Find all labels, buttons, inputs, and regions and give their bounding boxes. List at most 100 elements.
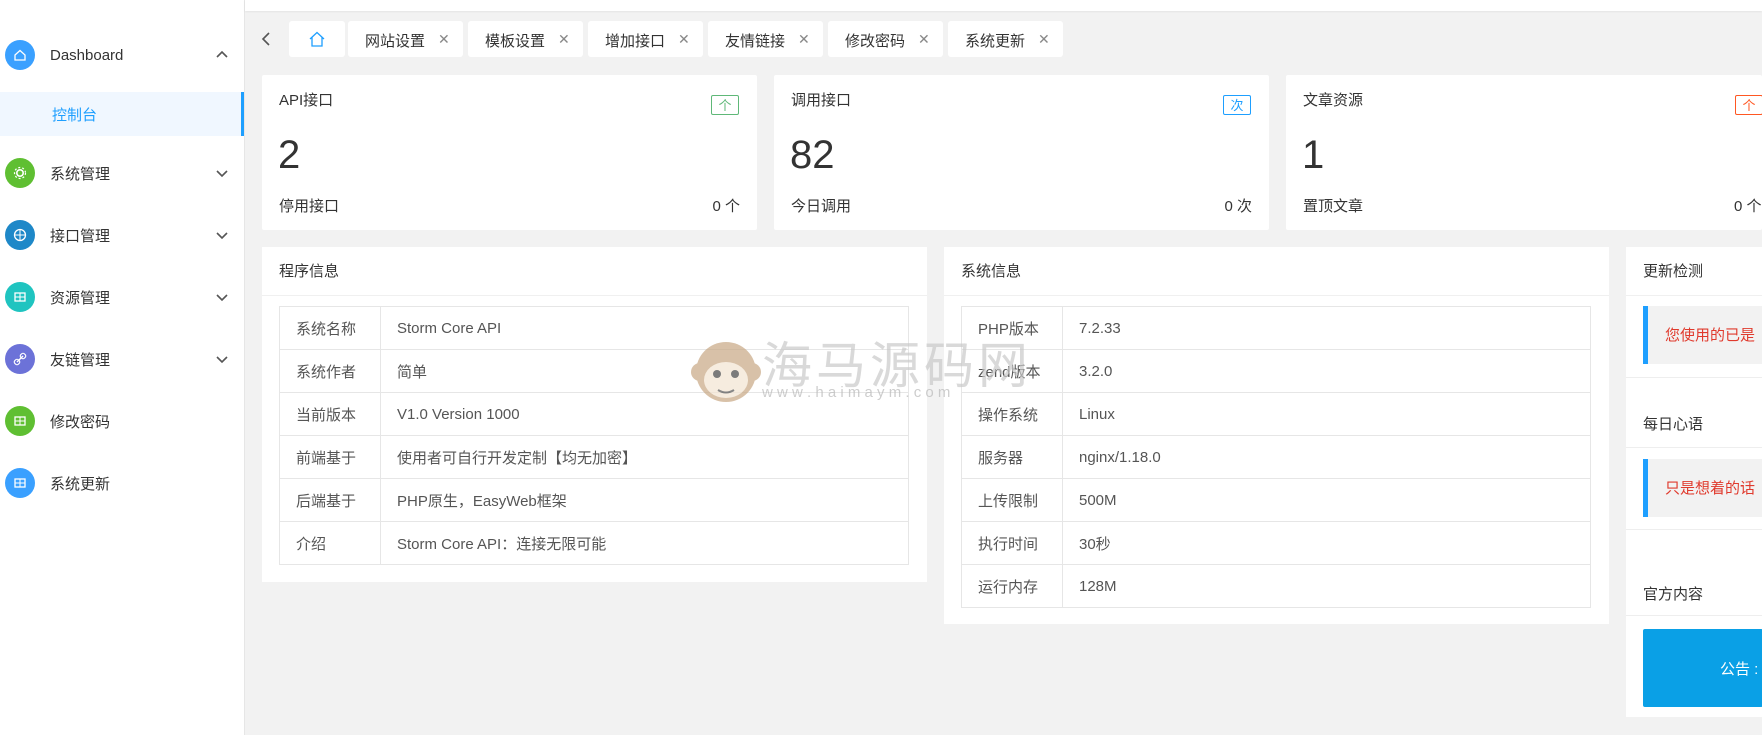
tab-add-api[interactable]: 增加接口 ✕	[588, 21, 703, 57]
tab-friend-links[interactable]: 友情链接 ✕	[708, 21, 823, 57]
row-key: 系统名称	[279, 306, 381, 350]
chevron-down-icon	[216, 356, 228, 364]
nav-dashboard-label: Dashboard	[50, 46, 124, 64]
tab-home[interactable]	[289, 21, 345, 57]
home-icon	[309, 31, 325, 47]
grid-icon	[5, 406, 35, 436]
quote-text: 只是想着的话	[1665, 480, 1756, 497]
close-icon[interactable]: ✕	[798, 31, 810, 48]
table-row: 操作系统 Linux	[961, 392, 1591, 436]
update-panel: 更新检测 您使用的已是 每日心语 只是想着的话 官方内容 公告 : 系	[1626, 247, 1762, 717]
table-row: zend版本 3.2.0	[961, 349, 1591, 393]
status-badge: 个	[711, 95, 739, 115]
row-key: 运行内存	[961, 564, 1063, 608]
chevron-left-icon[interactable]	[255, 28, 277, 50]
sidebar-item-update[interactable]: 系统更新	[0, 458, 244, 508]
stat-number: 82	[790, 133, 835, 177]
row-key: 当前版本	[279, 392, 381, 436]
announcement-text: 公告 : 系	[1720, 661, 1762, 678]
table-row: PHP版本 7.2.33	[961, 306, 1591, 350]
close-icon[interactable]: ✕	[438, 31, 450, 48]
quote-title: 每日心语	[1643, 416, 1704, 433]
close-icon[interactable]: ✕	[678, 31, 690, 48]
link-icon	[5, 344, 35, 374]
tab-system-update[interactable]: 系统更新 ✕	[948, 21, 1063, 57]
row-value: PHP原生，EasyWeb框架	[380, 478, 909, 522]
system-info-table: PHP版本 7.2.33 zend版本 3.2.0 操作系统 Linux 服务器 ngi…	[961, 306, 1591, 608]
tab-label: 模板设置	[485, 33, 546, 50]
stat-sub-label: 今日调用	[791, 198, 852, 215]
update-notice-text: 您使用的已是	[1665, 327, 1756, 344]
row-value: nginx/1.18.0	[1062, 435, 1591, 479]
sidebar-item-system[interactable]: 系统管理	[0, 148, 244, 198]
row-key: 前端基于	[279, 435, 381, 479]
panel-title: 更新检测	[1643, 263, 1704, 280]
header-bar	[245, 0, 1762, 11]
sidebar-item-label: 系统管理	[50, 165, 111, 183]
row-value: 使用者可自行开发定制【均无加密】	[380, 435, 909, 479]
status-badge: 个	[1735, 95, 1762, 115]
gear-icon	[5, 158, 35, 188]
sidebar-item-password[interactable]: 修改密码	[0, 396, 244, 446]
row-value: Linux	[1062, 392, 1591, 436]
card-title: API接口	[279, 92, 334, 109]
nav-sub-console-label: 控制台	[52, 107, 98, 124]
announcement-banner[interactable]: 公告 : 系	[1643, 629, 1762, 707]
tab-template-settings[interactable]: 模板设置 ✕	[468, 21, 583, 57]
divider	[1626, 377, 1762, 378]
divider	[1626, 529, 1762, 530]
row-key: 执行时间	[961, 521, 1063, 565]
program-info-panel: 程序信息 系统名称 Storm Core API 系统作者 简单 当前版本 V1.0 …	[262, 247, 927, 582]
stat-sub-value: 0 个	[1734, 198, 1762, 215]
close-icon[interactable]: ✕	[918, 31, 930, 48]
stat-card-articles: 文章资源 个 1 置顶文章 0 个	[1286, 75, 1762, 230]
divider	[1626, 447, 1762, 448]
row-key: 上传限制	[961, 478, 1063, 522]
stat-sub-value: 0 次	[1224, 198, 1252, 215]
sidebar-item-links[interactable]: 友链管理	[0, 334, 244, 384]
sidebar-item-api[interactable]: 接口管理	[0, 210, 244, 260]
update-notice: 您使用的已是	[1643, 306, 1762, 364]
table-row: 运行内存 128M	[961, 564, 1591, 608]
sidebar-item-label: 资源管理	[50, 289, 111, 307]
chevron-down-icon	[216, 170, 228, 178]
close-icon[interactable]: ✕	[558, 31, 570, 48]
table-row: 服务器 nginx/1.18.0	[961, 435, 1591, 479]
card-title: 调用接口	[791, 92, 852, 109]
grid-icon	[5, 282, 35, 312]
sidebar: Dashboard 控制台 系统管理 接口管理 资源管理 友链管理 修改密码 系…	[0, 0, 245, 735]
tab-label: 增加接口	[605, 33, 666, 50]
sidebar-item-label: 接口管理	[50, 227, 111, 245]
row-key: 后端基于	[279, 478, 381, 522]
tab-change-password[interactable]: 修改密码 ✕	[828, 21, 943, 57]
card-title: 文章资源	[1303, 92, 1364, 109]
tab-website-settings[interactable]: 网站设置 ✕	[348, 21, 463, 57]
row-value: 7.2.33	[1062, 306, 1591, 350]
tab-label: 系统更新	[965, 33, 1026, 50]
table-row: 上传限制 500M	[961, 478, 1591, 522]
home-icon	[5, 40, 35, 70]
table-row: 前端基于 使用者可自行开发定制【均无加密】	[279, 435, 909, 479]
sidebar-item-resources[interactable]: 资源管理	[0, 272, 244, 322]
divider	[944, 295, 1609, 296]
row-value: 30秒	[1062, 521, 1591, 565]
divider	[262, 295, 927, 296]
system-info-panel: 系统信息 PHP版本 7.2.33 zend版本 3.2.0 操作系统 Linux 服…	[944, 247, 1609, 624]
nav-dashboard[interactable]: Dashboard	[0, 30, 244, 80]
row-key: 介绍	[279, 521, 381, 565]
panel-title: 程序信息	[279, 263, 340, 280]
table-row: 后端基于 PHP原生，EasyWeb框架	[279, 478, 909, 522]
tab-label: 友情链接	[725, 33, 786, 50]
tab-bar: 网站设置 ✕ 模板设置 ✕ 增加接口 ✕ 友情链接 ✕ 修改密码 ✕ 系统更新 …	[245, 20, 1762, 58]
nav-sub-console[interactable]: 控制台	[0, 92, 244, 136]
stat-sub-label: 置顶文章	[1303, 198, 1364, 215]
sidebar-item-label: 友链管理	[50, 351, 111, 369]
divider	[1626, 295, 1762, 296]
row-value: Storm Core API：连接无限可能	[380, 521, 909, 565]
row-value: 500M	[1062, 478, 1591, 522]
close-icon[interactable]: ✕	[1038, 31, 1050, 48]
stat-number: 2	[278, 133, 301, 177]
row-value: 3.2.0	[1062, 349, 1591, 393]
chevron-down-icon	[216, 294, 228, 302]
row-key: 服务器	[961, 435, 1063, 479]
